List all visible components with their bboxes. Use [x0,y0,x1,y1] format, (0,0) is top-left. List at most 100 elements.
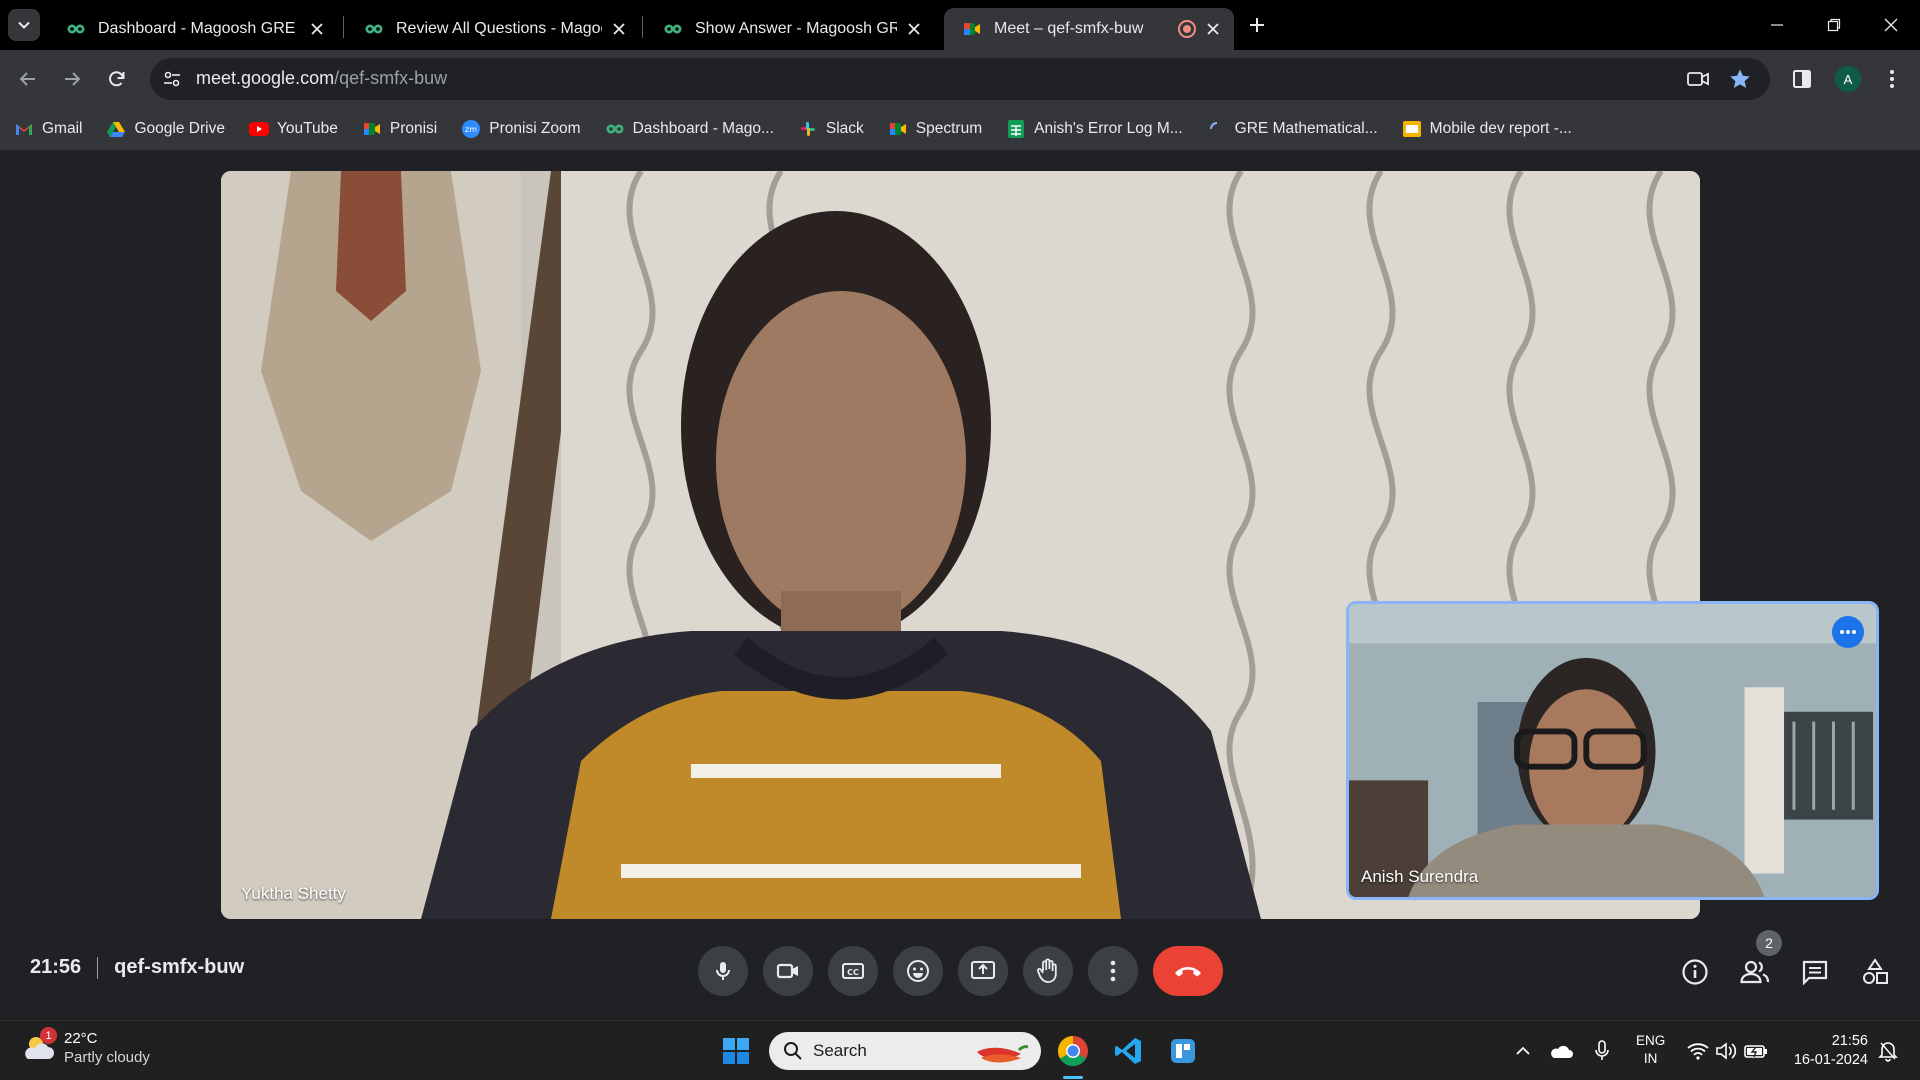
forward-button[interactable] [56,63,88,95]
leave-call-button[interactable] [1153,946,1223,996]
raise-hand-button[interactable] [1023,946,1073,996]
participant-video-self[interactable]: Anish Surendra [1346,601,1879,900]
meeting-details-button[interactable] [1677,954,1713,990]
participant-count-badge: 2 [1756,930,1782,956]
bookmark-pronisi-zoom[interactable]: zm Pronisi Zoom [461,114,590,144]
input-language-indicator[interactable]: ENG IN [1636,1032,1665,1068]
bookmark-gre-mathematical[interactable]: GRE Mathematical... [1207,114,1388,144]
url-text[interactable]: meet.google.com/qef-smfx-buw [196,68,447,89]
bookmark-youtube[interactable]: YouTube [248,114,348,144]
kebab-menu-icon [1890,70,1894,88]
region-code: IN [1643,1051,1658,1066]
battery-tray-icon[interactable] [1742,1037,1770,1065]
tab-review-questions[interactable]: Review All Questions - Magoosh GRE [346,8,640,50]
url-host: meet.google.com [196,68,335,88]
close-icon[interactable] [308,20,326,38]
browser-tab-strip: Dashboard - Magoosh GRE Review All Quest… [0,0,1920,50]
tab-show-answer[interactable]: Show Answer - Magoosh GRE [645,8,935,50]
browser-menu-button[interactable] [1876,63,1908,95]
bookmark-dashboard-magoosh[interactable]: Dashboard - Mago... [605,114,784,144]
microphone-button[interactable] [698,946,748,996]
tab-google-meet[interactable]: Meet – qef-smfx-buw [944,8,1234,50]
restore-button[interactable] [1819,10,1849,40]
camera-in-use-icon[interactable] [1686,67,1710,91]
close-icon[interactable] [1204,20,1222,38]
plus-icon [1250,18,1264,32]
reload-button[interactable] [101,63,133,95]
app-window-icon [1171,1039,1195,1063]
tab-title: Dashboard - Magoosh GRE [98,20,296,37]
avatar: A [1835,66,1861,92]
taskbar-search[interactable]: Search [769,1032,1041,1070]
bookmark-slack[interactable]: Slack [798,114,874,144]
show-hidden-icons-button[interactable] [1509,1037,1537,1065]
site-info-icon[interactable] [160,67,184,91]
profile-button[interactable]: A [1832,63,1864,95]
microphone-icon [716,962,730,980]
weather-widget[interactable]: 1 22°C Partly cloudy [22,1027,150,1067]
close-icon [1884,18,1898,32]
address-bar[interactable]: meet.google.com/qef-smfx-buw [150,58,1770,100]
clock-time: 21:56 [1831,1033,1868,1049]
present-screen-button[interactable] [958,946,1008,996]
vscode-taskbar-button[interactable] [1108,1031,1148,1071]
notifications-button[interactable] [1874,1037,1902,1065]
more-options-button[interactable] [1088,946,1138,996]
bookmark-google-drive[interactable]: Google Drive [106,114,234,144]
bookmark-label: Gmail [42,120,83,137]
chrome-taskbar-button[interactable] [1053,1031,1093,1071]
close-window-button[interactable] [1876,10,1906,40]
restore-icon [1827,18,1841,32]
microphone-tray-icon[interactable] [1588,1037,1616,1065]
bookmark-label: Pronisi Zoom [489,120,581,137]
bookmark-mobile-dev-report[interactable]: Mobile dev report -... [1402,114,1582,144]
tab-title: Show Answer - Magoosh GRE [695,20,897,37]
slides-icon [1402,120,1422,138]
wifi-icon [1687,1043,1709,1060]
wifi-tray-icon[interactable] [1684,1037,1712,1065]
onedrive-tray-icon[interactable] [1547,1037,1575,1065]
bookmark-error-log[interactable]: Anish's Error Log M... [1006,114,1193,144]
microphone-icon [1595,1040,1609,1060]
bookmark-pronisi[interactable]: Pronisi [362,114,447,144]
svg-text:CC: CC [847,968,859,977]
side-panel-button[interactable] [1786,63,1818,95]
search-icon [784,1042,802,1060]
captions-button[interactable]: CC [828,946,878,996]
camera-button[interactable] [763,946,813,996]
people-button[interactable] [1737,954,1773,990]
tab-dashboard-magoosh[interactable]: Dashboard - Magoosh GRE [48,8,338,50]
bookmark-star-icon[interactable] [1728,67,1752,91]
activities-button[interactable] [1857,954,1893,990]
app-taskbar-button[interactable] [1163,1031,1203,1071]
search-label: Search [813,1041,867,1060]
start-button[interactable] [716,1031,756,1071]
more-horizontal-icon [1840,630,1856,634]
bookmark-label: YouTube [276,120,338,137]
browser-toolbar: meet.google.com/qef-smfx-buw A [0,50,1920,108]
new-tab-button[interactable] [1245,13,1269,37]
tile-more-options-button[interactable] [1832,616,1864,648]
tab-divider [642,16,643,38]
emoji-reactions-button[interactable] [893,946,943,996]
bookmark-gmail[interactable]: Gmail [14,114,92,144]
url-path: /qef-smfx-buw [334,68,448,88]
back-button[interactable] [12,63,44,95]
magoosh-icon [67,24,85,34]
minimize-button[interactable] [1762,10,1792,40]
tab-search-button[interactable] [8,9,40,41]
tab-title: Review All Questions - Magoosh GRE [396,20,602,37]
reload-icon [109,71,125,87]
chat-button[interactable] [1797,954,1833,990]
meeting-info: 21:56 qef-smfx-buw [30,956,244,979]
bookmark-label: Pronisi [389,120,438,137]
clock-date: 16-01-2024 [1793,1052,1868,1068]
close-icon[interactable] [905,20,923,38]
weather-condition: Partly cloudy [64,1049,150,1066]
system-clock[interactable]: 21:56 16-01-2024 [1786,1032,1868,1070]
volume-tray-icon[interactable] [1712,1037,1740,1065]
people-icon [1740,960,1770,984]
sheets-icon [1006,120,1026,138]
bookmark-spectrum[interactable]: Spectrum [888,114,992,144]
close-icon[interactable] [610,20,628,38]
